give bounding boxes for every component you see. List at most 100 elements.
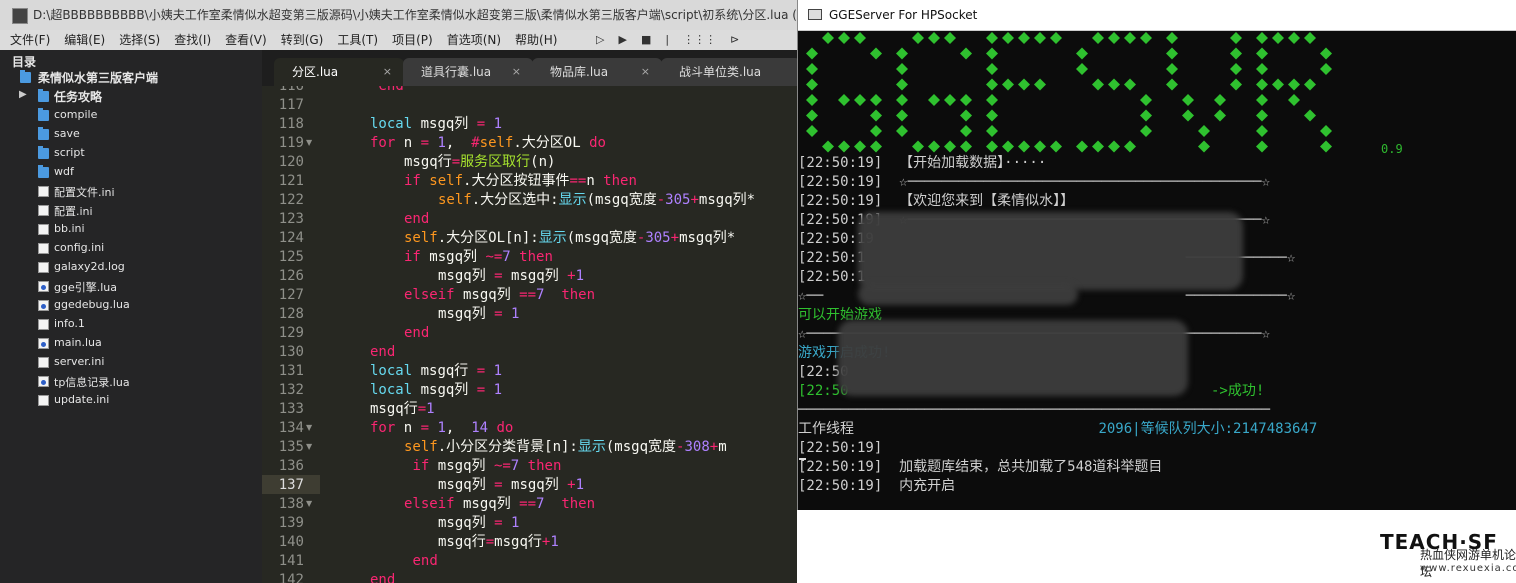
- code-token: ,: [445, 135, 472, 151]
- sidebar-item[interactable]: galaxy2d.log: [0, 258, 262, 277]
- banner-dot: [1256, 32, 1268, 44]
- code-line: end: [404, 324, 429, 343]
- code-token: self: [479, 135, 514, 151]
- sidebar-item[interactable]: update.ini: [0, 391, 262, 410]
- sidebar-item[interactable]: config.ini: [0, 239, 262, 258]
- banner-dot: [1018, 140, 1030, 153]
- banner-dot: [1076, 47, 1088, 60]
- sidebar-item[interactable]: server.ini: [0, 353, 262, 372]
- code-token: 305: [665, 192, 691, 208]
- sidebar-item[interactable]: script: [0, 144, 262, 163]
- folder-icon: [38, 165, 49, 178]
- tab-4[interactable]: 战斗单位类.lua: [661, 58, 801, 86]
- toolbar-button-icon[interactable]: ▶: [618, 30, 626, 50]
- code-line: msgq列 = msgq列 +1: [438, 267, 584, 286]
- fold-arrow-icon[interactable]: ▼: [306, 499, 312, 508]
- fold-arrow-icon[interactable]: ▼: [306, 423, 312, 432]
- banner-dot: [854, 140, 866, 153]
- sidebar-item[interactable]: gge引擎.lua: [0, 277, 262, 296]
- sidebar-item[interactable]: info.1: [0, 315, 262, 334]
- line-number: 141: [278, 553, 304, 569]
- line-number: 136: [278, 458, 304, 474]
- menu-item[interactable]: 编辑(E): [64, 30, 105, 50]
- sidebar-item[interactable]: main.lua: [0, 334, 262, 353]
- console-title: GGEServer For HPSocket: [829, 8, 978, 22]
- code-line: for n = 1, 14 do: [370, 419, 513, 438]
- banner-dot: [1256, 94, 1268, 106]
- tree-root[interactable]: 柔情似水第三版客户端: [0, 68, 262, 87]
- code-token: n: [395, 135, 421, 151]
- expand-arrow-icon[interactable]: ▶: [19, 89, 27, 100]
- code-token: +: [567, 268, 576, 284]
- banner-dot: [806, 78, 818, 91]
- toolbar-button-icon[interactable]: |: [665, 30, 669, 50]
- menu-item[interactable]: 首选项(N): [447, 30, 501, 50]
- code-line: msgq行=msgq行+1: [438, 533, 559, 552]
- menu-item[interactable]: 文件(F): [10, 30, 50, 50]
- banner-dot: [986, 109, 998, 122]
- tab-2[interactable]: 道具行囊.lua ×: [403, 58, 533, 86]
- menu-item[interactable]: 查找(I): [174, 30, 211, 50]
- tab-close-icon[interactable]: ×: [641, 59, 650, 85]
- code-token: 1: [550, 534, 559, 550]
- sidebar-item[interactable]: 配置文件.ini: [0, 182, 262, 201]
- banner-dot: [928, 140, 940, 153]
- banner-dot: [1018, 32, 1030, 44]
- code-editor[interactable]: 116 117 118 119 ▼ 120 121 122 123 124 125 126 127 128…: [262, 86, 800, 583]
- code-token: msgq列: [412, 382, 477, 398]
- banner-dot: [1214, 94, 1226, 106]
- fold-arrow-icon[interactable]: ▼: [306, 138, 312, 147]
- sidebar-item[interactable]: save: [0, 125, 262, 144]
- menu-item[interactable]: 查看(V): [225, 30, 267, 50]
- banner-dot: [1050, 140, 1062, 153]
- menu-item[interactable]: 项目(P): [392, 30, 433, 50]
- sidebar-item[interactable]: wdf: [0, 163, 262, 182]
- menu-item[interactable]: 转到(G): [281, 30, 324, 50]
- sidebar-item[interactable]: tp信息记录.lua: [0, 372, 262, 391]
- menu-item[interactable]: 帮助(H): [515, 30, 557, 50]
- banner-dot: [806, 94, 818, 106]
- line-gutter: 116 117 118 119 ▼ 120 121 122 123 124 125 126 127 128…: [262, 86, 320, 583]
- line-number: 120: [278, 154, 304, 170]
- sidebar-item[interactable]: ggedebug.lua: [0, 296, 262, 315]
- code-token: msgq列: [412, 116, 477, 132]
- menu-item[interactable]: 工具(T): [337, 30, 378, 50]
- banner-dot: [896, 125, 908, 137]
- toolbar-button-icon[interactable]: ⋮⋮⋮: [683, 30, 716, 50]
- toolbar-button-icon[interactable]: ■: [641, 30, 651, 50]
- code-token: 显示: [558, 192, 587, 208]
- banner-dot: [1166, 78, 1178, 91]
- app-icon: [12, 8, 28, 24]
- tab-1[interactable]: 分区.lua ×: [274, 58, 404, 86]
- banner-dot: [1288, 94, 1300, 106]
- banner-dot: [1140, 109, 1152, 122]
- console-line: [22:50:19] 加载题库结束，总共加载了548道科举题目: [798, 459, 1163, 475]
- line-number: 138: [278, 496, 304, 512]
- sidebar-item[interactable]: compile: [0, 106, 262, 125]
- code-token: msgq列: [454, 496, 520, 512]
- sidebar-item[interactable]: bb.ini: [0, 220, 262, 239]
- banner-dot: [1108, 32, 1120, 44]
- console-app-icon: [808, 9, 822, 20]
- code-token: 显示: [538, 230, 567, 246]
- banner-dot: [1002, 32, 1014, 44]
- sidebar-item[interactable]: 配置.ini: [0, 201, 262, 220]
- sidebar-item-label: tp信息记录.lua: [54, 376, 130, 389]
- tab-3[interactable]: 物品库.lua ×: [532, 58, 662, 86]
- code-token: end: [412, 553, 438, 569]
- fold-arrow-icon[interactable]: ▼: [306, 442, 312, 451]
- console-line: [22:50:1: [798, 269, 866, 285]
- menu-item[interactable]: 选择(S): [119, 30, 160, 50]
- lua-file-icon: [38, 376, 49, 387]
- folder-tree: 柔情似水第三版客户端 ▶ 任务攻略 compile save script wdf 配置文件…: [0, 68, 262, 410]
- code-token: ~=: [485, 249, 503, 265]
- tab-close-icon[interactable]: ×: [383, 59, 392, 85]
- sidebar-item[interactable]: ▶ 任务攻略: [0, 87, 262, 106]
- code-token: 308: [684, 439, 710, 455]
- toolbar-button-icon[interactable]: ⊳: [730, 30, 739, 50]
- sidebar-item-label: bb.ini: [54, 222, 85, 235]
- tab-close-icon[interactable]: ×: [512, 59, 521, 85]
- banner-dot: [1018, 78, 1030, 91]
- toolbar-button-icon[interactable]: ▷: [596, 30, 604, 50]
